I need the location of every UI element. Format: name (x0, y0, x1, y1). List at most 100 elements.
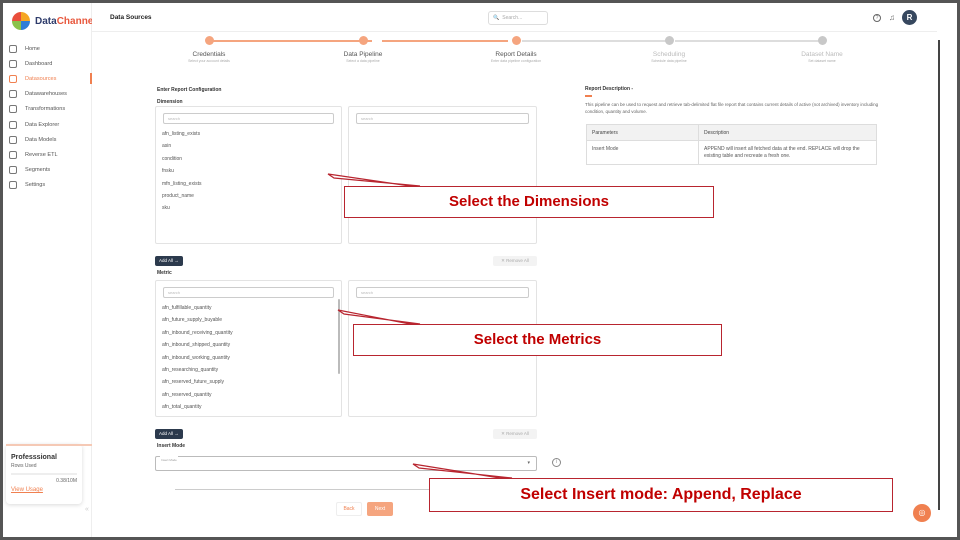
search-input[interactable]: 🔍 Search... (488, 11, 548, 25)
page-title: Data Sources (110, 14, 152, 21)
table-header: Description (698, 124, 877, 141)
logo-text: DataChannel (35, 15, 97, 27)
list-item[interactable]: mfn_listing_exists (156, 178, 341, 190)
table-header-row: Parameters Description (586, 124, 877, 141)
metric-items: afn_fulfillable_quantity afn_future_supp… (156, 302, 341, 414)
warehouse-icon (9, 90, 17, 99)
usage-bar (11, 473, 77, 475)
sidebar-item-reverse-etl[interactable]: Reverse ETL (3, 147, 92, 162)
back-button[interactable]: Back (336, 502, 362, 516)
step-title: Data Pipeline (343, 51, 383, 58)
list-item[interactable]: afn_total_quantity (156, 401, 341, 413)
list-item[interactable]: sku (156, 202, 341, 214)
usage-value: 0.38/10M (56, 478, 77, 484)
sidebar-item-datawarehouses[interactable]: Datawarehouses (3, 87, 92, 102)
view-usage-link[interactable]: View Usage (11, 487, 77, 493)
dashboard-icon (9, 59, 17, 68)
sidebar-item-dashboard[interactable]: Dashboard (3, 56, 92, 71)
table-header: Parameters (586, 124, 699, 141)
chat-icon[interactable]: ◎ (913, 504, 931, 522)
sidebar-item-datasources[interactable]: Datasources (3, 71, 92, 86)
step-subtitle: Select a data pipeline (346, 59, 380, 63)
metric-add-all-button[interactable]: Add All → (155, 429, 183, 439)
step-current-icon (511, 36, 521, 45)
step-credentials[interactable]: Credentials Select your account details (144, 36, 274, 63)
dimension-search-input[interactable]: search (163, 113, 334, 124)
step-report-details[interactable]: Report Details Enter data pipeline confi… (451, 36, 581, 63)
avatar[interactable]: R (902, 10, 917, 25)
step-subtitle: Schedule data pipeline (651, 59, 687, 63)
list-item[interactable]: afn_fulfillable_quantity (156, 302, 341, 314)
explorer-icon (9, 120, 17, 129)
step-data-pipeline[interactable]: Data Pipeline Select a data pipeline (298, 36, 428, 63)
parameters-table: Parameters Description Insert Mode APPEN… (586, 124, 877, 165)
metric-remove-all-button[interactable]: ✕ Remove All (493, 429, 537, 439)
list-item[interactable]: afn_reserved_future_supply (156, 376, 341, 388)
metric-available-list[interactable]: search afn_fulfillable_quantity afn_futu… (155, 280, 342, 417)
step-title: Scheduling (652, 51, 686, 58)
list-item[interactable]: afn_listing_exists (156, 128, 341, 140)
sidebar-item-data-models[interactable]: Data Models (3, 132, 92, 147)
insert-mode-select[interactable]: Insert Mode replace ▾ (155, 454, 537, 471)
info-icon[interactable]: i (552, 458, 561, 467)
list-item[interactable]: afn_reserved_quantity (156, 389, 341, 401)
sidebar-item-transformations[interactable]: Transformations (3, 102, 92, 117)
list-item[interactable]: product_name (156, 190, 341, 202)
list-item[interactable]: afn_inbound_receiving_quantity (156, 327, 341, 339)
dimension-items: afn_listing_exists asin condition fnsku … (156, 128, 341, 215)
plan-accent-bar (6, 444, 92, 446)
dimension-selected-search-input[interactable]: search (356, 113, 529, 124)
list-item[interactable]: afn_researching_quantity (156, 364, 341, 376)
step-check-icon (204, 36, 214, 45)
collapse-sidebar-icon[interactable]: « (85, 506, 89, 513)
page-scrollbar[interactable] (938, 40, 940, 510)
sidebar-item-home[interactable]: Home (3, 41, 92, 56)
table-cell: APPEND will insert all fetched data at t… (704, 146, 860, 159)
list-item[interactable]: afn_inbound_working_quantity (156, 352, 341, 364)
transform-icon (9, 105, 17, 114)
next-button[interactable]: Next (367, 502, 393, 516)
step-title: Dataset Name (801, 51, 843, 58)
list-item[interactable]: condition (156, 153, 341, 165)
step-pending-icon (817, 36, 827, 45)
metric-label: Metric (157, 270, 172, 276)
sidebar-item-data-explorer[interactable]: Data Explorer (3, 117, 92, 132)
insert-mode-label: Insert Mode (157, 443, 186, 449)
plan-name: Professsional (11, 454, 57, 461)
models-icon (9, 135, 17, 144)
bell-icon[interactable]: ♫ (889, 13, 895, 22)
step-pending-icon (664, 36, 674, 45)
plan-rows-label: Rows Used (11, 463, 37, 469)
metric-selected-search-input[interactable]: search (356, 287, 529, 298)
sidebar-item-segments[interactable]: Segments (3, 163, 92, 178)
description-underline (585, 95, 592, 97)
sidebar: DataChannel Home Dashboard Datasources D… (3, 3, 96, 537)
datasource-icon (9, 74, 17, 83)
sidebar-nav: Home Dashboard Datasources Datawarehouse… (3, 41, 92, 193)
sidebar-item-settings[interactable]: Settings (3, 178, 92, 193)
dimension-remove-all-button[interactable]: ✕ Remove All (493, 256, 537, 266)
help-icon[interactable]: ? (873, 14, 881, 22)
annotation-insert-mode: Select Insert mode: Append, Replace (429, 478, 893, 512)
step-scheduling[interactable]: Scheduling Schedule data pipeline (604, 36, 734, 63)
metric-search-input[interactable]: search (163, 287, 334, 298)
top-header: Data Sources 🔍 Search... ? ♫ R (92, 3, 937, 32)
list-item[interactable]: afn_future_supply_buyable (156, 314, 341, 326)
metric-list-scrollbar[interactable] (338, 299, 340, 374)
wizard-stepper: Credentials Select your account details … (115, 36, 915, 72)
list-item[interactable]: asin (156, 140, 341, 152)
gear-icon (9, 181, 17, 190)
dimension-label: Dimension (157, 99, 183, 105)
logo[interactable]: DataChannel (12, 12, 96, 30)
list-item[interactable]: fnsku (156, 165, 341, 177)
home-icon (9, 44, 17, 53)
dimension-available-list[interactable]: search afn_listing_exists asin condition… (155, 106, 342, 244)
dimension-add-all-button[interactable]: Add All → (155, 256, 183, 266)
dimension-selected-list[interactable]: search (348, 106, 537, 244)
plan-card: Professsional Rows Used 0.38/10M View Us… (6, 444, 92, 504)
segments-icon (9, 166, 17, 175)
search-placeholder: Search... (502, 15, 523, 21)
step-subtitle: Enter data pipeline configuration (490, 59, 542, 63)
list-item[interactable]: afn_inbound_shipped_quantity (156, 339, 341, 351)
step-dataset-name[interactable]: Dataset Name Set dataset name (757, 36, 887, 63)
